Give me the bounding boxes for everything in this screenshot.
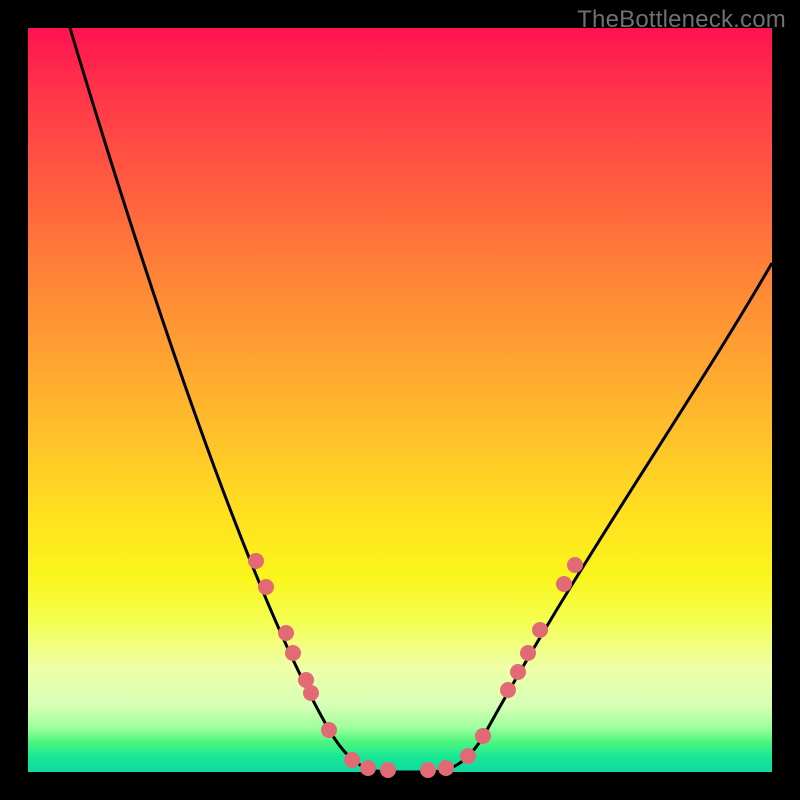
data-marker	[278, 625, 294, 641]
data-marker	[321, 722, 337, 738]
data-marker	[248, 553, 264, 569]
data-marker	[520, 645, 536, 661]
chart-svg	[28, 28, 772, 772]
data-marker	[344, 752, 360, 768]
data-marker	[500, 682, 516, 698]
data-marker	[532, 622, 548, 638]
watermark-text: TheBottleneck.com	[577, 6, 786, 34]
data-marker	[360, 760, 376, 776]
data-marker	[475, 728, 491, 744]
data-marker	[380, 762, 396, 778]
plot-area	[28, 28, 772, 772]
data-marker	[556, 576, 572, 592]
data-marker	[510, 664, 526, 680]
data-marker	[460, 748, 476, 764]
data-marker	[567, 557, 583, 573]
data-marker	[303, 685, 319, 701]
data-marker	[438, 760, 454, 776]
marker-group	[248, 553, 583, 778]
bottleneck-curve	[70, 28, 772, 772]
chart-frame: TheBottleneck.com	[0, 0, 800, 800]
data-marker	[258, 579, 274, 595]
data-marker	[285, 645, 301, 661]
data-marker	[420, 762, 436, 778]
